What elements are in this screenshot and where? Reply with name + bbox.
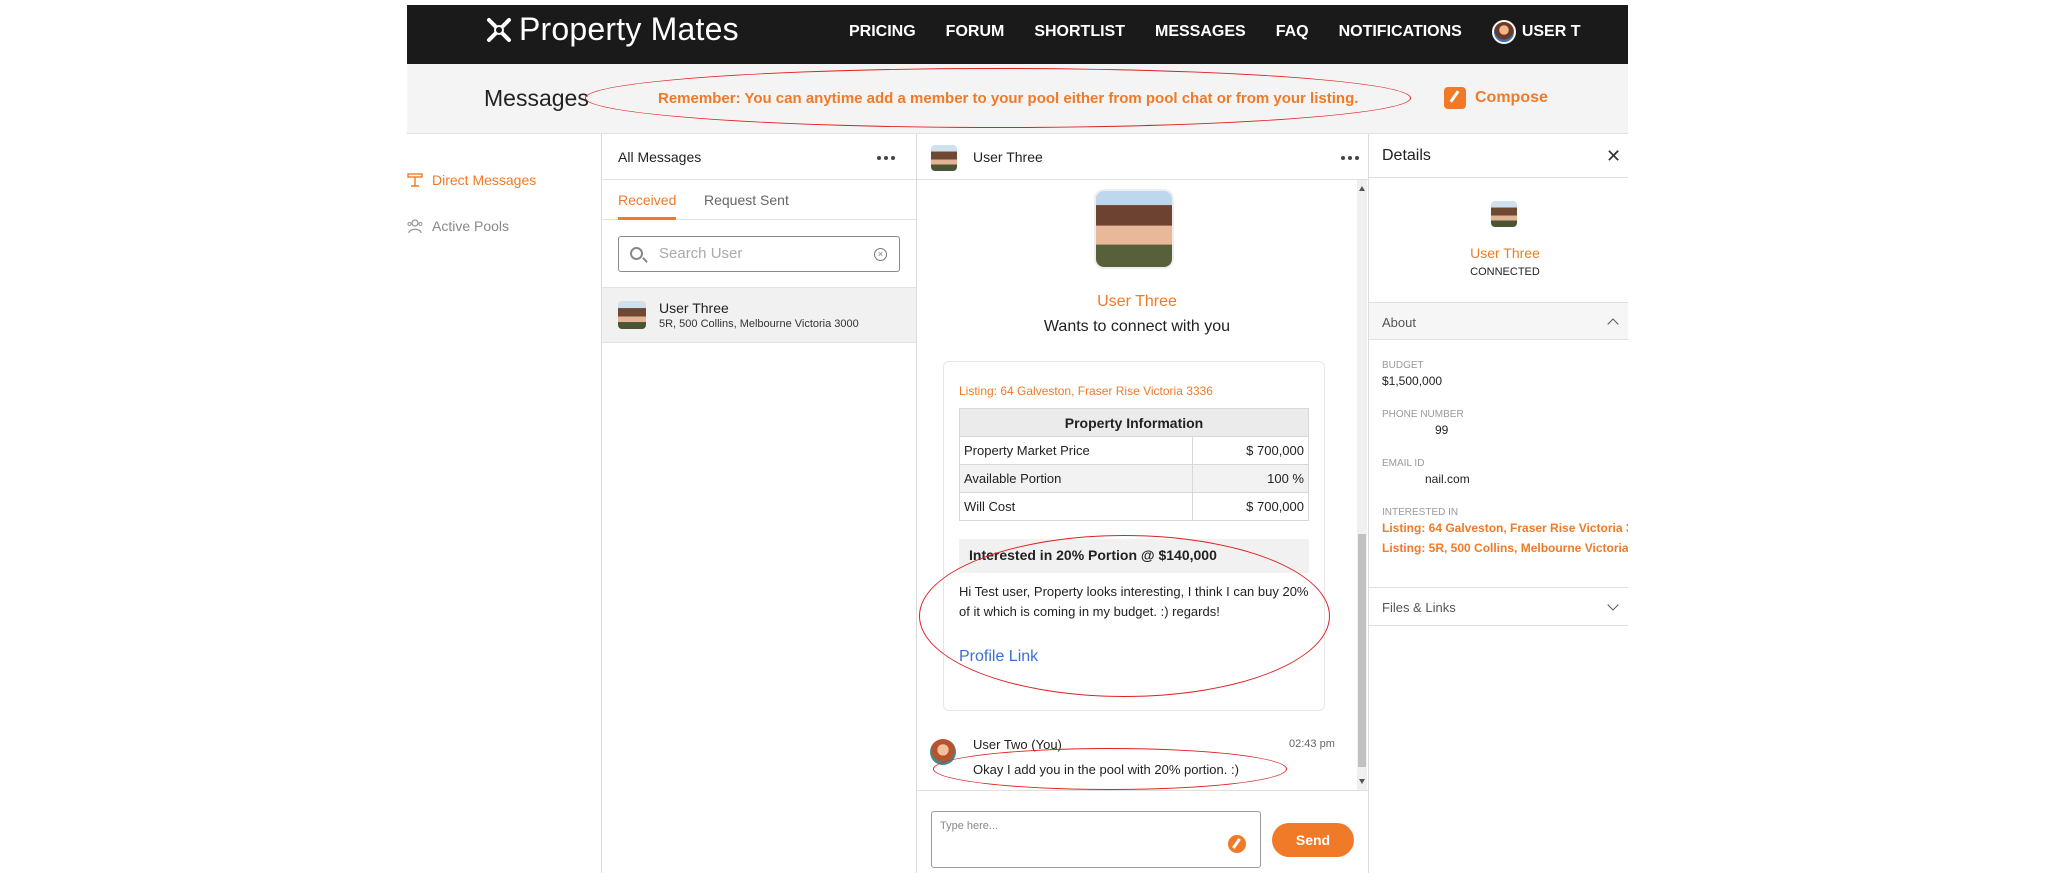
user-avatar — [1491, 20, 1516, 44]
list-tabs: Received Request Sent — [602, 180, 916, 220]
nav-links: PRICING FORUM SHORTLIST MESSAGES FAQ NOT… — [849, 18, 1611, 46]
details-name: User Three — [1470, 245, 1540, 261]
avatar — [1491, 201, 1517, 227]
message-composer: Send — [917, 790, 1369, 873]
pencil-icon — [1444, 87, 1466, 109]
phone-value: 99 — [1435, 423, 1449, 437]
nav-notifications[interactable]: NOTIFICATIONS — [1339, 18, 1462, 46]
attach-icon[interactable] — [1228, 835, 1246, 853]
nav-pricing[interactable]: PRICING — [849, 18, 916, 46]
sidebar-item-direct-messages[interactable]: Direct Messages — [407, 172, 536, 188]
property-info-table: Property Information Property Market Pri… — [958, 408, 1309, 521]
compose-label: Compose — [1475, 89, 1548, 106]
row-value: 100 % — [1192, 464, 1309, 493]
app: Property Mates PRICING FORUM SHORTLIST M… — [407, 5, 1628, 873]
listing-link[interactable]: Listing: 64 Galveston, Fraser Rise Victo… — [959, 384, 1213, 398]
nav-faq[interactable]: FAQ — [1276, 18, 1309, 46]
scroll-down-icon[interactable] — [1359, 779, 1365, 784]
row-value: $ 700,000 — [1192, 492, 1309, 521]
chevron-down-icon — [1607, 599, 1619, 611]
annotation-ellipse — [919, 535, 1330, 697]
table-row: Available Portion 100 % — [958, 464, 1309, 493]
request-name: User Three — [1097, 293, 1177, 310]
row-value: $ 700,000 — [1192, 436, 1309, 465]
annotation-ellipse — [933, 748, 1287, 790]
list-header: All Messages — [602, 134, 916, 180]
clear-icon[interactable]: × — [874, 248, 887, 261]
details-header: Details ✕ — [1369, 134, 1628, 178]
interested-listing-1[interactable]: Listing: 64 Galveston, Fraser Rise Victo… — [1382, 521, 1628, 535]
tab-request-sent[interactable]: Request Sent — [704, 192, 789, 208]
contact-photo — [1094, 189, 1174, 269]
scrollbar-thumb[interactable] — [1358, 534, 1366, 767]
email-label: EMAIL ID — [1382, 458, 1425, 469]
message-icon — [407, 173, 423, 187]
nav-user-menu[interactable]: USER T — [1491, 18, 1581, 46]
request-subtitle: Wants to connect with you — [1043, 318, 1231, 335]
more-options-icon[interactable] — [1341, 156, 1359, 160]
chat-panel: User Three User Three Wants to connect w… — [917, 134, 1369, 873]
files-links-toggle[interactable]: Files & Links — [1369, 587, 1628, 626]
search-input[interactable] — [659, 245, 859, 262]
list-title: All Messages — [618, 149, 702, 165]
connection-status: CONNECTED — [1470, 266, 1540, 278]
tab-received[interactable]: Received — [618, 192, 676, 208]
avatar — [618, 301, 646, 329]
email-value: nail.com — [1425, 472, 1470, 486]
phone-label: PHONE NUMBER — [1382, 409, 1464, 420]
more-options-icon[interactable] — [877, 156, 895, 160]
compose-button[interactable]: Compose — [1444, 87, 1548, 109]
chevron-up-icon — [1607, 318, 1619, 330]
files-label: Files & Links — [1382, 600, 1456, 615]
send-button[interactable]: Send — [1272, 823, 1354, 857]
sidebar-item-label: Direct Messages — [432, 172, 537, 188]
close-icon[interactable]: ✕ — [1606, 147, 1621, 165]
about-section-toggle[interactable]: About — [1369, 302, 1628, 340]
row-label: Property Market Price — [958, 436, 1194, 465]
search-icon — [630, 247, 643, 260]
table-row: Will Cost $ 700,000 — [958, 492, 1309, 521]
details-panel: Details ✕ User Three CONNECTED About BUD… — [1369, 134, 1628, 873]
chat-contact-name: User Three — [973, 149, 1043, 165]
active-tab-indicator — [618, 217, 676, 220]
reminder-banner: Remember: You can anytime add a member t… — [658, 90, 1359, 107]
pool-icon — [407, 219, 423, 234]
table-title: Property Information — [959, 408, 1309, 437]
details-title: Details — [1382, 147, 1431, 164]
messages-header: Messages Remember: You can anytime add a… — [407, 64, 1628, 134]
interested-listing-2[interactable]: Listing: 5R, 500 Collins, Melbourne Vict… — [1382, 541, 1628, 555]
budget-label: BUDGET — [1382, 360, 1424, 371]
message-input[interactable] — [931, 811, 1261, 868]
about-label: About — [1382, 315, 1416, 330]
nav-messages[interactable]: MESSAGES — [1155, 18, 1246, 46]
messages-list-panel: All Messages Received Request Sent × Use… — [601, 134, 917, 873]
messages-sidebar: Direct Messages Active Pools — [407, 134, 601, 873]
chat-messages: User Three Wants to connect with you Lis… — [917, 180, 1369, 790]
brand-name: Property Mates — [519, 11, 739, 47]
brand-logo[interactable]: Property Mates — [485, 11, 739, 48]
row-label: Will Cost — [958, 492, 1194, 521]
table-row: Property Market Price $ 700,000 — [958, 436, 1309, 465]
row-label: Available Portion — [958, 464, 1194, 493]
nav-shortlist[interactable]: SHORTLIST — [1034, 18, 1125, 46]
avatar — [931, 145, 957, 171]
interested-label: INTERESTED IN — [1382, 507, 1459, 518]
conversation-item[interactable]: User Three 5R, 500 Collins, Melbourne Vi… — [602, 287, 916, 343]
chat-header: User Three — [917, 134, 1368, 180]
search-box: × — [618, 236, 900, 272]
message-time: 02:43 pm — [1289, 738, 1335, 750]
page-title: Messages — [484, 85, 589, 111]
scroll-up-icon[interactable] — [1359, 186, 1365, 191]
user-label: USER T — [1521, 23, 1581, 40]
chat-scrollbar[interactable] — [1357, 180, 1367, 790]
conversation-name: User Three — [659, 300, 729, 316]
brand-logo-icon — [487, 17, 511, 42]
nav-forum[interactable]: FORUM — [946, 18, 1005, 46]
budget-value: $1,500,000 — [1382, 374, 1443, 388]
conversation-address: 5R, 500 Collins, Melbourne Victoria 3000 — [659, 318, 859, 330]
sidebar-item-label: Active Pools — [432, 218, 510, 234]
sidebar-item-active-pools[interactable]: Active Pools — [407, 218, 509, 234]
top-navbar: Property Mates PRICING FORUM SHORTLIST M… — [407, 5, 1628, 64]
